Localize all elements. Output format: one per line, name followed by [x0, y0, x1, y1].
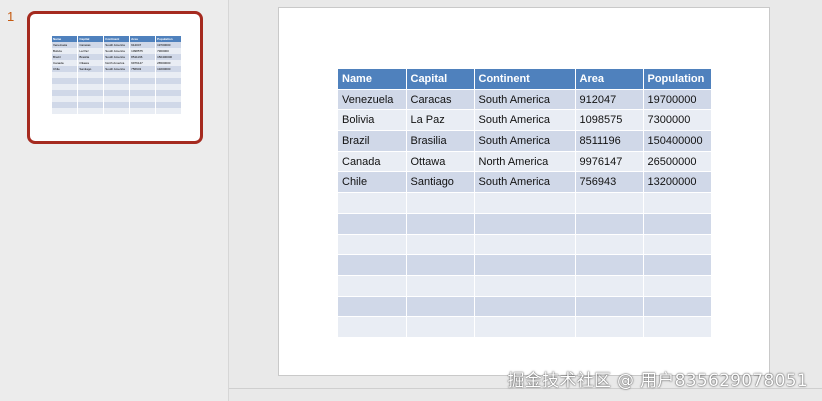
- table-cell[interactable]: [643, 234, 711, 256]
- thumbnail-table-cell[interactable]: [77, 108, 105, 114]
- table-cell[interactable]: [406, 316, 475, 338]
- table-cell[interactable]: 8511196: [575, 130, 644, 152]
- table-cell[interactable]: 1098575: [575, 109, 644, 132]
- table-cell[interactable]: [338, 254, 407, 276]
- table-cell[interactable]: [575, 254, 644, 276]
- table-cell[interactable]: 9976147: [575, 151, 644, 173]
- slide-thumbnail-pane: 1 Name Capital Continent Area Population Ven…: [0, 0, 229, 401]
- table-cell[interactable]: [643, 192, 711, 214]
- table-cell[interactable]: 7300000: [643, 109, 711, 132]
- table-row: [338, 234, 711, 256]
- table-row: Canada Ottawa North America 9976147 26500000: [338, 151, 711, 173]
- table-cell[interactable]: 756943: [575, 171, 644, 194]
- column-header[interactable]: Area: [575, 69, 644, 90]
- table-row: [338, 296, 711, 318]
- table-cell[interactable]: [474, 316, 576, 338]
- table-cell[interactable]: 150400000: [643, 130, 711, 152]
- table-cell[interactable]: [643, 316, 711, 338]
- table-cell[interactable]: [643, 275, 711, 297]
- table-cell[interactable]: North America: [474, 151, 576, 173]
- table-row: [338, 254, 711, 276]
- table-cell[interactable]: 13200000: [643, 171, 711, 194]
- table-cell[interactable]: [338, 192, 407, 214]
- thumbnail-table-body: Venezuela Caracas South America 912047 19700…: [52, 42, 182, 114]
- table-cell[interactable]: [474, 254, 576, 276]
- table-cell[interactable]: [406, 296, 475, 318]
- table-cell[interactable]: Brazil: [338, 130, 407, 152]
- table-cell[interactable]: [338, 296, 407, 318]
- thumbnail-table-cell[interactable]: [52, 108, 79, 114]
- table-row: [338, 192, 711, 214]
- table-cell[interactable]: Ottawa: [406, 151, 475, 173]
- table-cell[interactable]: La Paz: [406, 109, 475, 132]
- table-cell[interactable]: [575, 275, 644, 297]
- thumbnail-table-cell[interactable]: [129, 108, 157, 114]
- table-row: [338, 213, 711, 235]
- table-cell[interactable]: [474, 234, 576, 256]
- table-cell[interactable]: [474, 275, 576, 297]
- table-cell[interactable]: Chile: [338, 171, 407, 194]
- table-cell[interactable]: Venezuela: [338, 89, 407, 111]
- table-cell[interactable]: [406, 192, 475, 214]
- column-header[interactable]: Capital: [406, 69, 475, 90]
- table-cell[interactable]: [575, 296, 644, 318]
- thumbnail-table-row: [52, 108, 182, 114]
- table-cell[interactable]: [406, 213, 475, 235]
- slide-thumbnail[interactable]: Name Capital Continent Area Population Venez…: [27, 11, 203, 144]
- table-cell[interactable]: 19700000: [643, 89, 711, 111]
- table-row: Chile Santiago South America 756943 13200000: [338, 171, 711, 194]
- table-cell[interactable]: [338, 316, 407, 338]
- column-header[interactable]: Name: [338, 69, 407, 90]
- thumbnail-table-cell[interactable]: [155, 108, 182, 114]
- thumbnail-table-preview: Name Capital Continent Area Population Venez…: [52, 36, 182, 114]
- table-row: Venezuela Caracas South America 912047 19700…: [338, 89, 711, 111]
- table-cell[interactable]: Bolivia: [338, 109, 407, 132]
- table-cell[interactable]: Santiago: [406, 171, 475, 194]
- table-cell[interactable]: South America: [474, 130, 576, 152]
- table-cell[interactable]: [338, 275, 407, 297]
- table-cell[interactable]: [643, 213, 711, 235]
- table-body: Venezuela Caracas South America 912047 19700…: [338, 89, 711, 338]
- table-header-row: Name Capital Continent Area Population: [338, 69, 711, 90]
- table-cell[interactable]: [643, 254, 711, 276]
- table-row: [338, 316, 711, 338]
- watermark: 掘金技术社区 @ 用户835629078051: [507, 371, 808, 391]
- table-cell[interactable]: [575, 316, 644, 338]
- slide-number: 1: [7, 9, 15, 24]
- table-cell[interactable]: [474, 213, 576, 235]
- table-cell[interactable]: [575, 234, 644, 256]
- table-row: Bolivia La Paz South America 1098575 7300000: [338, 109, 711, 132]
- table-cell[interactable]: Caracas: [406, 89, 475, 111]
- table-cell[interactable]: 26500000: [643, 151, 711, 173]
- table-cell[interactable]: [643, 296, 711, 318]
- table-cell[interactable]: [474, 296, 576, 318]
- table-cell[interactable]: 912047: [575, 89, 644, 111]
- table-cell[interactable]: [406, 234, 475, 256]
- table-cell[interactable]: [406, 275, 475, 297]
- table-row: [338, 275, 711, 297]
- table-cell[interactable]: [575, 213, 644, 235]
- slide-canvas[interactable]: Name Capital Continent Area Population Venez…: [278, 7, 770, 376]
- column-header[interactable]: Continent: [474, 69, 576, 90]
- table-cell[interactable]: [474, 192, 576, 214]
- table-cell[interactable]: South America: [474, 89, 576, 111]
- table-row: Brazil Brasilia South America 8511196 150400…: [338, 130, 711, 152]
- table-cell[interactable]: South America: [474, 171, 576, 194]
- thumbnail-table-cell[interactable]: [103, 108, 131, 114]
- table-cell[interactable]: Canada: [338, 151, 407, 173]
- table-cell[interactable]: [338, 213, 407, 235]
- table-cell[interactable]: [338, 234, 407, 256]
- table-cell[interactable]: Brasilia: [406, 130, 475, 152]
- table-cell[interactable]: [406, 254, 475, 276]
- table-cell[interactable]: [575, 192, 644, 214]
- column-header[interactable]: Population: [643, 69, 711, 90]
- table-cell[interactable]: South America: [474, 109, 576, 132]
- data-table[interactable]: Name Capital Continent Area Population Venez…: [338, 69, 711, 338]
